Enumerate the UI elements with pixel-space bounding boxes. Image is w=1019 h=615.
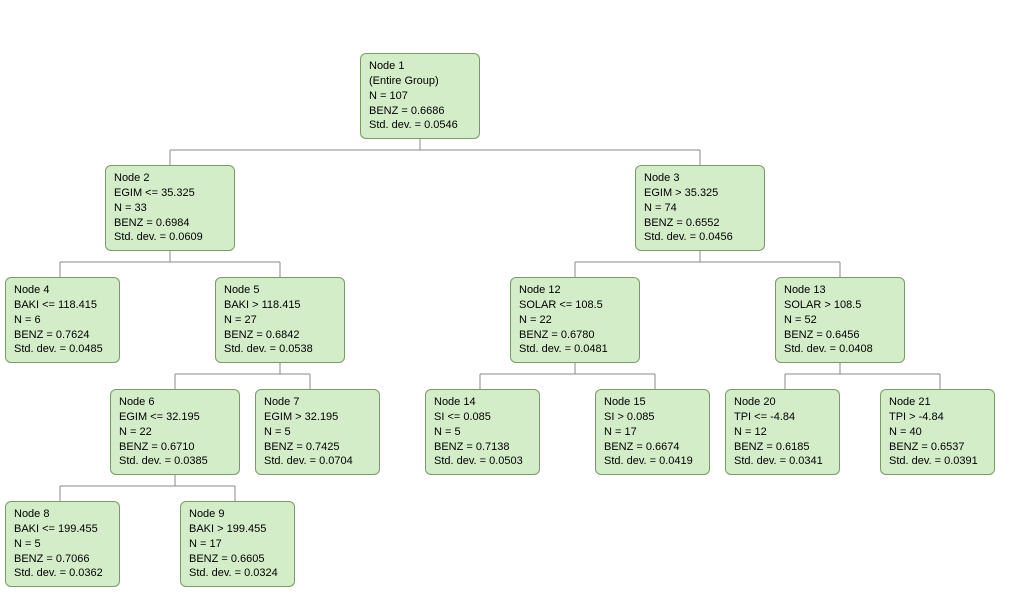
tree-node-2: Node 2 EGIM <= 35.325 N = 33 BENZ = 0.69…: [105, 165, 235, 251]
node-title: Node 1: [369, 59, 471, 74]
node-sd: Std. dev. = 0.0362: [14, 566, 111, 581]
node-condition: SOLAR > 108.5: [784, 298, 896, 313]
node-sd: Std. dev. = 0.0503: [434, 454, 531, 469]
node-subtitle: (Entire Group): [369, 74, 471, 89]
node-sd: Std. dev. = 0.0485: [14, 342, 111, 357]
node-benz: BENZ = 0.7066: [14, 552, 111, 567]
node-sd: Std. dev. = 0.0419: [604, 454, 701, 469]
tree-node-3: Node 3 EGIM > 35.325 N = 74 BENZ = 0.655…: [635, 165, 765, 251]
tree-node-13: Node 13 SOLAR > 108.5 N = 52 BENZ = 0.64…: [775, 277, 905, 363]
node-title: Node 3: [644, 171, 756, 186]
node-condition: SI > 0.085: [604, 410, 701, 425]
node-condition: SOLAR <= 108.5: [519, 298, 631, 313]
node-condition: BAKI > 118.415: [224, 298, 336, 313]
node-condition: EGIM <= 32.195: [119, 410, 231, 425]
node-benz: BENZ = 0.6537: [889, 440, 986, 455]
node-condition: BAKI <= 199.455: [14, 522, 111, 537]
node-benz: BENZ = 0.6710: [119, 440, 231, 455]
node-title: Node 15: [604, 395, 701, 410]
node-sd: Std. dev. = 0.0456: [644, 230, 756, 245]
node-condition: BAKI > 199.455: [189, 522, 286, 537]
node-benz: BENZ = 0.6686: [369, 104, 471, 119]
node-title: Node 2: [114, 171, 226, 186]
tree-node-5: Node 5 BAKI > 118.415 N = 27 BENZ = 0.68…: [215, 277, 345, 363]
node-title: Node 12: [519, 283, 631, 298]
node-n: N = 33: [114, 201, 226, 216]
node-n: N = 5: [14, 537, 111, 552]
node-n: N = 5: [264, 425, 371, 440]
node-title: Node 5: [224, 283, 336, 298]
tree-node-20: Node 20 TPI <= -4.84 N = 12 BENZ = 0.618…: [725, 389, 840, 475]
node-benz: BENZ = 0.7425: [264, 440, 371, 455]
tree-node-12: Node 12 SOLAR <= 108.5 N = 22 BENZ = 0.6…: [510, 277, 640, 363]
node-n: N = 5: [434, 425, 531, 440]
node-title: Node 8: [14, 507, 111, 522]
node-sd: Std. dev. = 0.0391: [889, 454, 986, 469]
node-sd: Std. dev. = 0.0481: [519, 342, 631, 357]
node-condition: TPI <= -4.84: [734, 410, 831, 425]
node-benz: BENZ = 0.6185: [734, 440, 831, 455]
node-benz: BENZ = 0.6674: [604, 440, 701, 455]
tree-node-7: Node 7 EGIM > 32.195 N = 5 BENZ = 0.7425…: [255, 389, 380, 475]
node-condition: EGIM > 35.325: [644, 186, 756, 201]
node-condition: SI <= 0.085: [434, 410, 531, 425]
node-condition: EGIM > 32.195: [264, 410, 371, 425]
node-n: N = 27: [224, 313, 336, 328]
node-sd: Std. dev. = 0.0341: [734, 454, 831, 469]
node-title: Node 20: [734, 395, 831, 410]
tree-node-14: Node 14 SI <= 0.085 N = 5 BENZ = 0.7138 …: [425, 389, 540, 475]
tree-node-4: Node 4 BAKI <= 118.415 N = 6 BENZ = 0.76…: [5, 277, 120, 363]
tree-node-1: Node 1 (Entire Group) N = 107 BENZ = 0.6…: [360, 53, 480, 139]
node-benz: BENZ = 0.7624: [14, 328, 111, 343]
node-benz: BENZ = 0.6552: [644, 216, 756, 231]
tree-node-9: Node 9 BAKI > 199.455 N = 17 BENZ = 0.66…: [180, 501, 295, 587]
node-sd: Std. dev. = 0.0385: [119, 454, 231, 469]
node-title: Node 4: [14, 283, 111, 298]
node-benz: BENZ = 0.6456: [784, 328, 896, 343]
node-n: N = 6: [14, 313, 111, 328]
node-benz: BENZ = 0.6842: [224, 328, 336, 343]
node-n: N = 17: [189, 537, 286, 552]
node-title: Node 9: [189, 507, 286, 522]
node-sd: Std. dev. = 0.0324: [189, 566, 286, 581]
node-n: N = 22: [119, 425, 231, 440]
node-sd: Std. dev. = 0.0704: [264, 454, 371, 469]
node-sd: Std. dev. = 0.0408: [784, 342, 896, 357]
node-n: N = 17: [604, 425, 701, 440]
node-title: Node 14: [434, 395, 531, 410]
node-sd: Std. dev. = 0.0538: [224, 342, 336, 357]
node-n: N = 12: [734, 425, 831, 440]
node-benz: BENZ = 0.6984: [114, 216, 226, 231]
node-condition: BAKI <= 118.415: [14, 298, 111, 313]
node-sd: Std. dev. = 0.0546: [369, 118, 471, 133]
node-condition: TPI > -4.84: [889, 410, 986, 425]
node-n: N = 107: [369, 89, 471, 104]
node-benz: BENZ = 0.7138: [434, 440, 531, 455]
node-n: N = 52: [784, 313, 896, 328]
node-title: Node 6: [119, 395, 231, 410]
node-n: N = 40: [889, 425, 986, 440]
tree-node-6: Node 6 EGIM <= 32.195 N = 22 BENZ = 0.67…: [110, 389, 240, 475]
node-n: N = 22: [519, 313, 631, 328]
node-title: Node 21: [889, 395, 986, 410]
node-sd: Std. dev. = 0.0609: [114, 230, 226, 245]
tree-node-8: Node 8 BAKI <= 199.455 N = 5 BENZ = 0.70…: [5, 501, 120, 587]
node-condition: EGIM <= 35.325: [114, 186, 226, 201]
node-n: N = 74: [644, 201, 756, 216]
node-benz: BENZ = 0.6605: [189, 552, 286, 567]
node-title: Node 13: [784, 283, 896, 298]
tree-node-15: Node 15 SI > 0.085 N = 17 BENZ = 0.6674 …: [595, 389, 710, 475]
node-benz: BENZ = 0.6780: [519, 328, 631, 343]
node-title: Node 7: [264, 395, 371, 410]
tree-node-21: Node 21 TPI > -4.84 N = 40 BENZ = 0.6537…: [880, 389, 995, 475]
